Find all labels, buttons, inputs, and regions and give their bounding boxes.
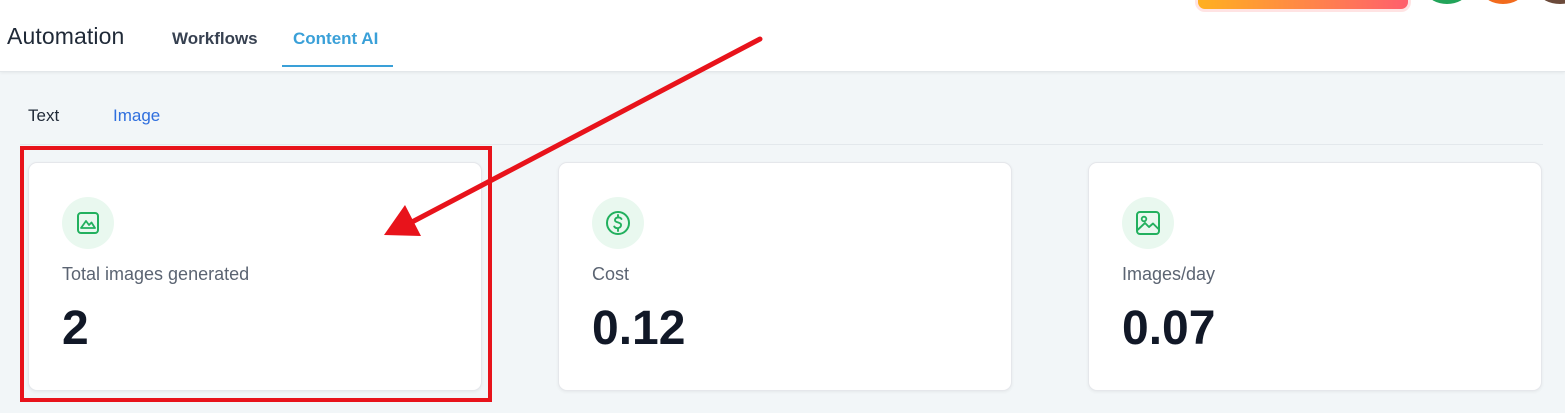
tab-content-ai[interactable]: Content AI	[293, 29, 378, 49]
stat-label: Images/day	[1122, 264, 1216, 284]
notification-avatar-orange[interactable]	[1484, 0, 1522, 4]
user-avatar[interactable]	[1540, 0, 1565, 4]
dollar-icon	[592, 197, 644, 249]
annotation-highlight-box	[20, 146, 492, 402]
tab-workflows[interactable]: Workflows	[172, 29, 258, 49]
status-avatar-green[interactable]	[1428, 0, 1466, 4]
stat-card-cost: Cost 0.12	[558, 162, 1012, 391]
top-navigation-bar: Automation Workflows Content AI	[0, 0, 1565, 72]
stat-value: 0.07	[1122, 302, 1216, 355]
promo-button[interactable]	[1195, 0, 1411, 12]
active-tab-indicator	[282, 65, 393, 67]
stat-value: 0.12	[592, 302, 686, 355]
subtab-image[interactable]: Image	[113, 106, 160, 126]
stat-label: Cost	[592, 264, 630, 284]
app-title: Automation	[7, 23, 125, 49]
subtab-divider	[20, 144, 1543, 145]
subtab-text[interactable]: Text	[28, 106, 59, 126]
stat-card-images-per-day: Images/day 0.07	[1088, 162, 1542, 391]
picture-icon	[1122, 197, 1174, 249]
